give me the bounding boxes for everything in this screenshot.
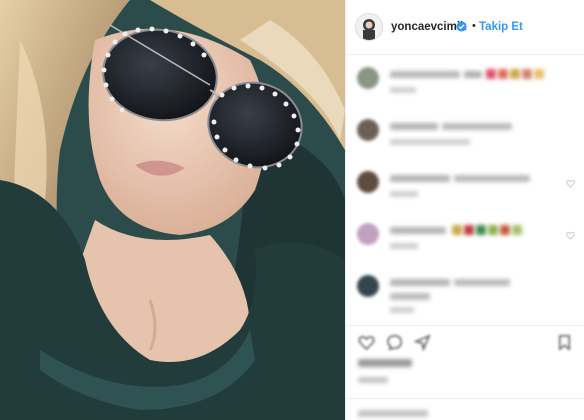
emoji-redacted [488, 225, 498, 235]
post-photo[interactable] [0, 0, 345, 420]
header-separator: • [472, 20, 476, 32]
emoji-redacted [464, 225, 474, 235]
comment-item [346, 55, 584, 105]
likes-count-redacted [358, 359, 412, 367]
emoji-redacted [522, 69, 532, 79]
photo-illustration [0, 0, 345, 420]
heart-icon[interactable] [358, 334, 375, 351]
emoji-redacted [476, 225, 486, 235]
comment-meta-redacted [390, 307, 414, 313]
emoji-redacted [452, 225, 462, 235]
instagram-post: yoncaevcimik • Takip Et [0, 0, 584, 420]
comment-meta-redacted [390, 243, 418, 249]
emoji-redacted [512, 225, 522, 235]
emoji-redacted [486, 69, 496, 79]
emoji-redacted [510, 69, 520, 79]
commenter-avatar[interactable] [357, 67, 379, 89]
comment-item [346, 211, 584, 261]
comment-text-redacted [454, 175, 530, 182]
add-comment-input[interactable] [358, 410, 428, 417]
verified-badge-icon [456, 21, 467, 32]
emoji-redacted [500, 225, 510, 235]
commenter-avatar[interactable] [357, 171, 379, 193]
comment-text-redacted [464, 71, 482, 78]
post-header: yoncaevcimik • Takip Et [346, 0, 584, 55]
comment-text-redacted [454, 279, 510, 286]
comment-meta-redacted [390, 87, 416, 93]
commenter-name-redacted [390, 227, 446, 234]
comment-text-redacted [442, 123, 512, 130]
comment-text-redacted [390, 293, 430, 300]
post-date-redacted [358, 377, 388, 383]
comment-item [346, 159, 584, 209]
post-actions-bar [346, 325, 584, 420]
comment-icon[interactable] [386, 334, 403, 351]
commenter-name-redacted [390, 123, 438, 130]
emoji-redacted [534, 69, 544, 79]
bookmark-icon[interactable] [556, 334, 573, 351]
heart-icon[interactable] [566, 179, 575, 188]
heart-icon[interactable] [566, 231, 575, 240]
divider [346, 398, 584, 399]
emoji-redacted [498, 69, 508, 79]
follow-button[interactable]: Takip Et [479, 21, 523, 33]
post-side-panel: yoncaevcimik • Takip Et [345, 0, 584, 420]
share-icon[interactable] [414, 334, 431, 351]
avatar-image [356, 14, 382, 40]
commenter-avatar[interactable] [357, 223, 379, 245]
commenter-name-redacted [390, 175, 450, 182]
commenter-name-redacted [390, 279, 450, 286]
comment-meta-redacted [390, 191, 418, 197]
comment-item [346, 263, 584, 313]
comment-item [346, 107, 584, 157]
commenter-name-redacted [390, 71, 460, 78]
commenter-avatar[interactable] [357, 119, 379, 141]
comment-meta-redacted [390, 139, 470, 145]
comment-list [346, 55, 584, 325]
commenter-avatar[interactable] [357, 275, 379, 297]
avatar[interactable] [355, 13, 383, 41]
